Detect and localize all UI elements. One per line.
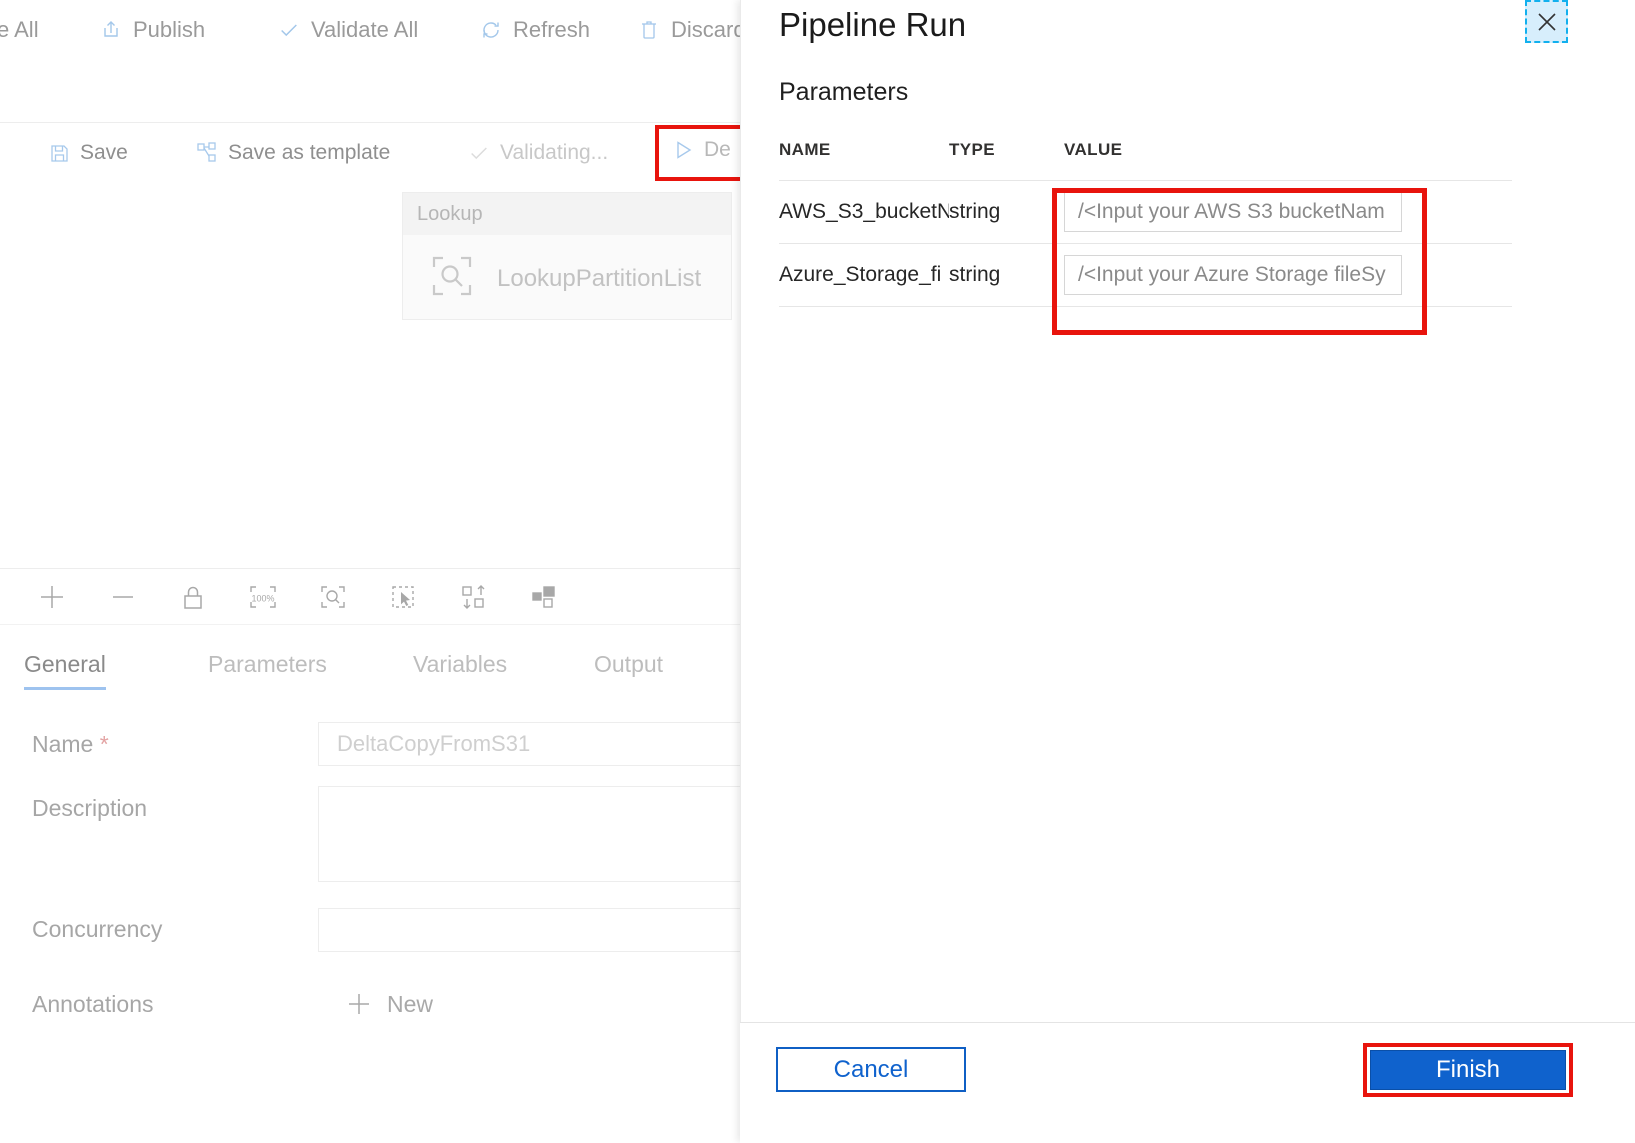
tab-label: General xyxy=(24,651,106,677)
parameter-value-cell: /<Input your Azure Storage fileSy xyxy=(1064,255,1512,295)
lock-icon[interactable] xyxy=(171,575,215,619)
pipeline-run-panel: Pipeline Run Parameters NAME TYPE VALUE … xyxy=(740,0,1635,1142)
toolbar-validate-all[interactable]: Validate All xyxy=(278,17,418,43)
finish-button[interactable]: Finish xyxy=(1370,1050,1566,1090)
activity-type-label: Lookup xyxy=(403,193,731,235)
global-toolbar-label: Validate All xyxy=(311,17,419,42)
save-as-template-button[interactable]: Save as template xyxy=(196,141,390,165)
global-toolbar-label: Discard xyxy=(671,17,740,42)
name-input-value: DeltaCopyFromS31 xyxy=(337,731,531,756)
parameter-type: string xyxy=(949,263,1001,286)
floppy-disk-icon xyxy=(48,142,70,164)
lookup-magnifier-icon xyxy=(429,253,475,304)
parameter-name: AWS_S3_bucketN xyxy=(779,200,949,223)
zoom-to-fit-icon[interactable] xyxy=(311,575,355,619)
close-icon[interactable] xyxy=(1525,0,1568,43)
plus-icon xyxy=(345,990,373,1018)
select-marquee-icon[interactable] xyxy=(382,575,426,619)
tab-general[interactable]: General xyxy=(24,651,106,690)
tab-variables[interactable]: Variables xyxy=(413,651,507,690)
auto-align-icon[interactable] xyxy=(452,575,496,619)
required-asterisk: * xyxy=(99,731,109,757)
parameter-name: Azure_Storage_fi xyxy=(779,263,942,286)
description-input[interactable] xyxy=(318,786,740,882)
concurrency-field-label: Concurrency xyxy=(32,916,163,942)
parameters-table: NAME TYPE VALUE AWS_S3_bucketN string /<… xyxy=(779,140,1512,307)
parameter-value-input[interactable]: /<Input your AWS S3 bucketNam xyxy=(1064,192,1402,232)
annotations-field-label: Annotations xyxy=(32,991,154,1017)
tab-label: Parameters xyxy=(208,651,327,677)
tab-label: Variables xyxy=(413,651,508,677)
tab-parameters[interactable]: Parameters xyxy=(208,651,327,690)
toolbar-save-all[interactable]: ve All xyxy=(0,17,39,43)
canvas-controls-toolbar: 100% xyxy=(0,568,740,625)
properties-form: Name * DeltaCopyFromS31 Description Conc… xyxy=(0,700,740,1142)
table-row: Azure_Storage_fi string /<Input your Azu… xyxy=(779,244,1512,307)
add-annotation-button[interactable]: New xyxy=(345,990,433,1018)
tab-label: Output xyxy=(594,651,664,677)
play-triangle-icon xyxy=(672,139,694,161)
column-header-type: TYPE xyxy=(949,140,996,159)
column-header-name: NAME xyxy=(779,140,831,159)
publish-upload-icon xyxy=(100,19,122,41)
panel-subtitle-parameters: Parameters xyxy=(779,78,909,106)
pipeline-toolbar: Save Save as template Validating... xyxy=(0,122,740,184)
zoom-to-100-percent-icon[interactable]: 100% xyxy=(241,575,285,619)
trash-icon xyxy=(638,19,660,41)
pipeline-editor-background: ve All Publish Validate All xyxy=(0,0,740,1142)
toolbar-publish[interactable]: Publish xyxy=(100,17,205,43)
panel-title: Pipeline Run xyxy=(779,6,967,43)
parameter-value-cell: /<Input your AWS S3 bucketNam xyxy=(1064,192,1512,232)
pipeline-canvas[interactable]: Lookup LookupPartitionList xyxy=(0,183,740,568)
toolbar-refresh[interactable]: Refresh xyxy=(480,17,590,43)
global-toolbar-label: Refresh xyxy=(513,17,591,42)
zoom-out-icon[interactable] xyxy=(101,575,145,619)
properties-tabs: General Parameters Variables Output xyxy=(0,632,740,690)
global-toolbar-label: Publish xyxy=(133,17,206,42)
checkmark-icon xyxy=(278,19,300,41)
tab-output[interactable]: Output xyxy=(594,651,663,690)
name-field-label: Name * xyxy=(32,731,109,758)
parameter-value-input[interactable]: /<Input your Azure Storage fileSy xyxy=(1064,255,1402,295)
concurrency-input[interactable] xyxy=(318,908,740,952)
activity-card-lookup[interactable]: Lookup LookupPartitionList xyxy=(402,192,732,320)
zoom-in-icon[interactable] xyxy=(30,575,74,619)
pipeline-toolbar-label: Validating... xyxy=(500,141,609,164)
finish-highlight-box: Finish xyxy=(1363,1043,1573,1097)
activity-name: LookupPartitionList xyxy=(497,264,702,292)
table-row: AWS_S3_bucketN string /<Input your AWS S… xyxy=(779,181,1512,244)
debug-button-label: De xyxy=(704,138,731,161)
panel-footer: Cancel Finish xyxy=(740,1022,1635,1143)
checkmark-icon xyxy=(468,142,490,164)
parameter-type: string xyxy=(949,200,1001,223)
description-field-label: Description xyxy=(32,795,148,821)
debug-button[interactable]: De xyxy=(672,138,731,162)
toolbar-discard[interactable]: Discard xyxy=(638,17,740,43)
table-header-row: NAME TYPE VALUE xyxy=(779,140,1512,181)
svg-text:100%: 100% xyxy=(251,593,274,603)
name-label-text: Name xyxy=(32,731,94,757)
refresh-circular-icon xyxy=(480,19,502,41)
global-toolbar: ve All Publish Validate All xyxy=(0,0,740,60)
cancel-button[interactable]: Cancel xyxy=(776,1047,966,1092)
column-header-value: VALUE xyxy=(1064,140,1123,159)
add-annotation-label: New xyxy=(387,990,434,1017)
global-toolbar-label: ve All xyxy=(0,17,39,42)
save-button[interactable]: Save xyxy=(48,141,128,165)
template-share-icon xyxy=(196,142,218,164)
pipeline-toolbar-label: Save xyxy=(80,141,128,164)
minimap-icon[interactable] xyxy=(522,575,566,619)
pipeline-toolbar-label: Save as template xyxy=(228,141,391,164)
validating-status: Validating... xyxy=(468,141,608,165)
